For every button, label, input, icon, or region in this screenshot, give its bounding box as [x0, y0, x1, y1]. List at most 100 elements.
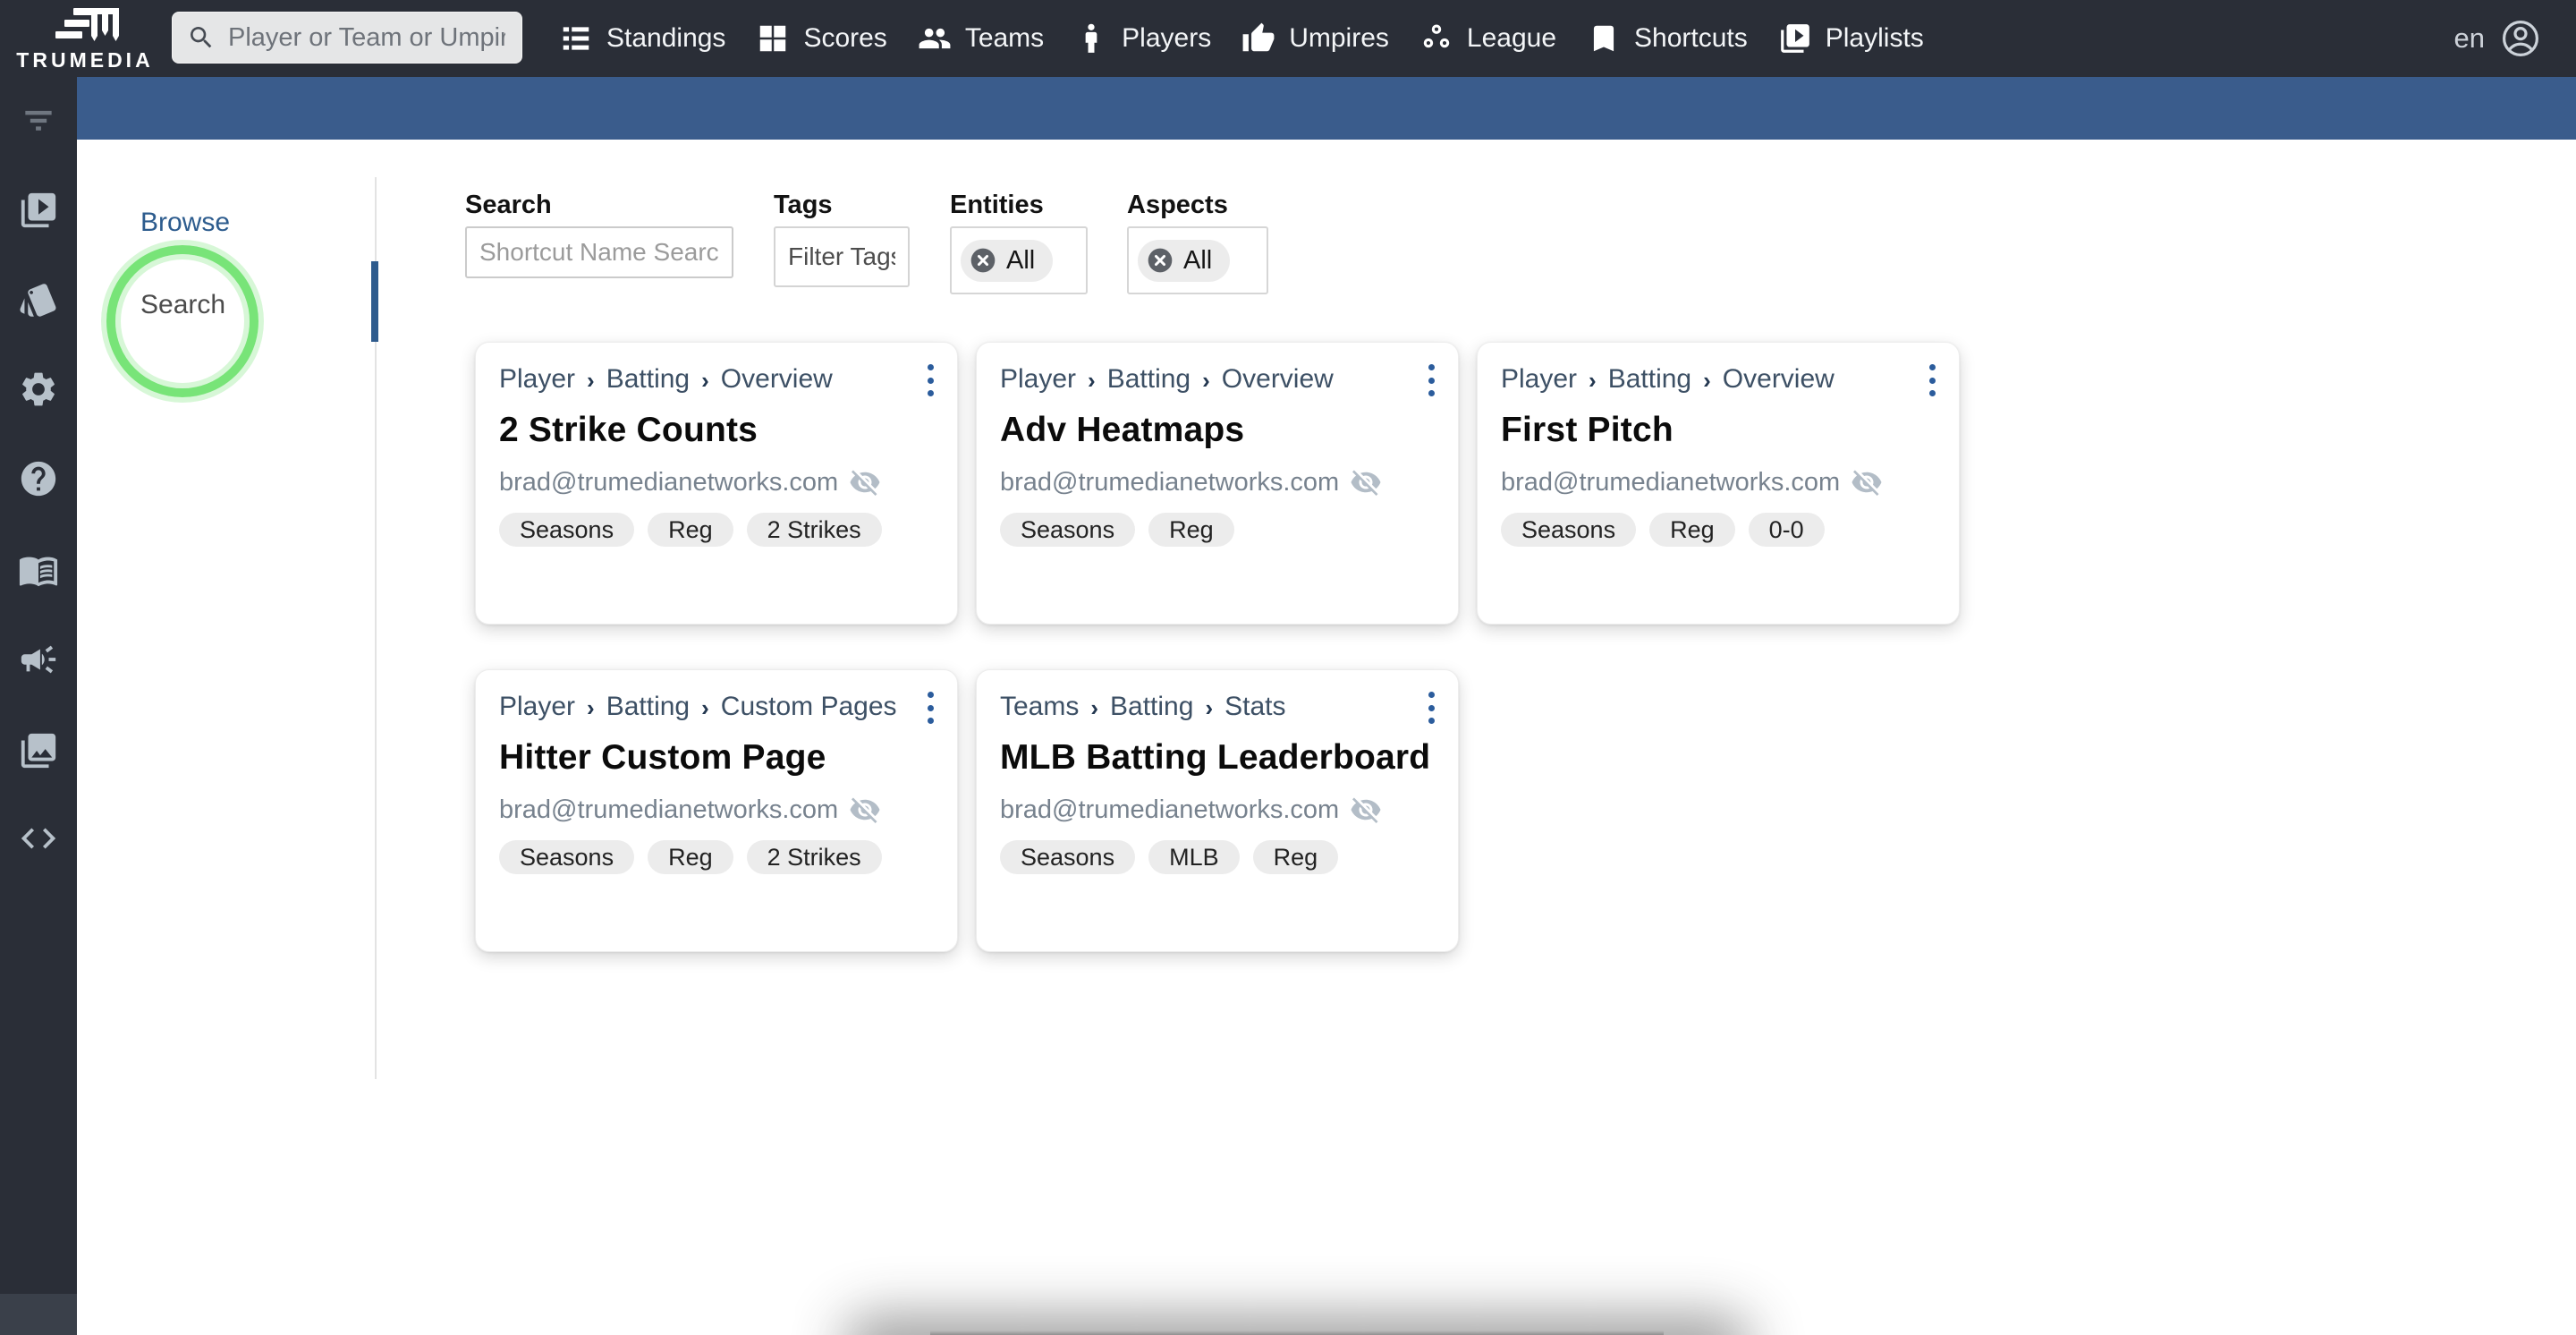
- user-avatar-icon[interactable]: [2499, 17, 2542, 60]
- breadcrumb-segment: Batting: [1607, 364, 1692, 394]
- player-icon: [1074, 21, 1108, 55]
- scores-grid-icon: [756, 21, 790, 55]
- breadcrumb-segment: Player: [1000, 364, 1077, 394]
- card-menu-kebab-icon[interactable]: [925, 692, 936, 724]
- bottom-edge-shade: [930, 1331, 1664, 1335]
- nav-item-players[interactable]: Players: [1059, 0, 1226, 77]
- tag-pill: Seasons: [499, 840, 635, 874]
- global-search-input[interactable]: [226, 21, 507, 54]
- card-menu-kebab-icon[interactable]: [925, 364, 936, 396]
- filter-tags-input[interactable]: [774, 226, 910, 287]
- shortcut-card[interactable]: Teams › Batting › Stats MLB Batting Leaderboa…: [976, 669, 1459, 952]
- card-title: Hitter Custom Page: [499, 738, 826, 777]
- nav-menu: Standings Scores Teams Players Umpires League…: [544, 0, 1939, 77]
- nav-item-playlists[interactable]: Playlists: [1763, 0, 1939, 77]
- breadcrumb-segment: Teams: [1000, 692, 1080, 721]
- standings-list-icon: [559, 21, 593, 55]
- card-title: Adv Heatmaps: [1000, 411, 1245, 449]
- megaphone-icon[interactable]: [0, 639, 77, 680]
- shortcuts-browser: Browse Search Search Tags Entities: [77, 140, 2576, 1335]
- tags-filter: Tags: [774, 191, 910, 287]
- nav-item-label: Players: [1122, 23, 1212, 53]
- breadcrumb-segment: Overview: [1221, 364, 1334, 394]
- tag-pill: Seasons: [499, 513, 635, 547]
- book-icon[interactable]: [0, 549, 77, 591]
- nav-item-label: Standings: [606, 23, 726, 53]
- card-tags-row: Seasons Reg 2 Strikes: [499, 513, 932, 547]
- shortcut-card[interactable]: Player › Batting › Custom Pages Hitter Custom…: [475, 669, 958, 952]
- nav-item-teams[interactable]: Teams: [902, 0, 1059, 77]
- settings-gear-icon[interactable]: [0, 369, 77, 410]
- breadcrumb-segment: Player: [499, 692, 576, 721]
- breadcrumb-segment: Overview: [720, 364, 833, 394]
- left-icon-sidebar: [0, 77, 77, 1335]
- video-library-icon[interactable]: [0, 190, 77, 231]
- chevron-right-icon: ›: [1088, 367, 1096, 394]
- eye-off-icon: [1350, 794, 1382, 826]
- card-owner-email: brad@trumedianetworks.com: [1000, 795, 1340, 824]
- aspects-filter-box[interactable]: All: [1127, 226, 1268, 294]
- tags-icon[interactable]: [0, 279, 77, 320]
- card-tags-row: Seasons Reg 0-0: [1501, 513, 1934, 547]
- card-menu-kebab-icon[interactable]: [1927, 364, 1937, 396]
- breadcrumb-segment: Batting: [1110, 692, 1194, 721]
- shortcut-card[interactable]: Player › Batting › Overview First Pitch brad@t…: [1477, 342, 1960, 625]
- shortcut-card[interactable]: Player › Batting › Overview 2 Strike Counts br…: [475, 342, 958, 625]
- help-icon[interactable]: [0, 458, 77, 499]
- breadcrumb-segment: Batting: [606, 364, 691, 394]
- tab-browse[interactable]: Browse: [140, 208, 230, 238]
- active-tab-indicator: [371, 261, 378, 342]
- card-breadcrumb: Player › Batting › Overview: [1000, 364, 1433, 395]
- brand-logo[interactable]: TRUMEDIA: [0, 0, 170, 77]
- nav-item-label: Scores: [803, 23, 887, 53]
- remove-aspects-filter-button[interactable]: [1146, 246, 1174, 275]
- shortcut-card[interactable]: Player › Batting › Overview Adv Heatmaps brad@…: [976, 342, 1459, 625]
- search-filter-label: Search: [465, 191, 552, 219]
- chevron-right-icon: ›: [1703, 367, 1711, 394]
- card-menu-kebab-icon[interactable]: [1426, 364, 1436, 396]
- nav-item-scores[interactable]: Scores: [741, 0, 902, 77]
- breadcrumb-segment: Stats: [1224, 692, 1286, 721]
- breadcrumb-segment: Custom Pages: [720, 692, 897, 721]
- tags-filter-label: Tags: [774, 191, 833, 219]
- nav-item-standings[interactable]: Standings: [544, 0, 741, 77]
- nav-item-label: League: [1466, 23, 1557, 53]
- chevron-right-icon: ›: [701, 367, 709, 394]
- chevron-right-icon: ›: [1202, 367, 1210, 394]
- language-indicator[interactable]: en: [2454, 0, 2485, 77]
- card-breadcrumb: Player › Batting › Overview: [1501, 364, 1934, 395]
- tab-search[interactable]: Search: [140, 290, 225, 320]
- search-icon: [187, 23, 216, 52]
- code-icon[interactable]: [0, 818, 77, 859]
- search-filter: Search: [465, 191, 733, 278]
- card-title: MLB Batting Leaderboard: [1000, 738, 1431, 777]
- card-tags-row: Seasons MLB Reg: [1000, 840, 1433, 874]
- nav-item-league[interactable]: League: [1404, 0, 1572, 77]
- card-title: 2 Strike Counts: [499, 411, 758, 449]
- card-owner-row: brad@trumedianetworks.com: [1000, 466, 1433, 498]
- nav-item-label: Teams: [964, 23, 1045, 53]
- league-cubes-icon: [1419, 21, 1453, 55]
- sidebar-footer-block: [0, 1294, 77, 1335]
- nav-item-umpires[interactable]: Umpires: [1226, 0, 1404, 77]
- card-owner-row: brad@trumedianetworks.com: [499, 466, 932, 498]
- tag-pill: Reg: [1148, 513, 1234, 547]
- entities-filter-value: All: [1006, 245, 1036, 275]
- trumedia-logo-icon: [55, 7, 119, 41]
- tag-pill: Reg: [1649, 513, 1735, 547]
- tag-pill: Reg: [648, 840, 733, 874]
- card-owner-row: brad@trumedianetworks.com: [1000, 794, 1433, 826]
- remove-entities-filter-button[interactable]: [969, 246, 997, 275]
- shortcut-name-search-input[interactable]: [465, 226, 733, 278]
- card-menu-kebab-icon[interactable]: [1426, 692, 1436, 724]
- breadcrumb-segment: Batting: [606, 692, 691, 721]
- image-gallery-icon[interactable]: [0, 730, 77, 771]
- nav-item-shortcuts[interactable]: Shortcuts: [1572, 0, 1763, 77]
- aspects-filter-value: All: [1183, 245, 1213, 275]
- entities-filter-box[interactable]: All: [950, 226, 1088, 294]
- card-owner-email: brad@trumedianetworks.com: [499, 795, 839, 824]
- filter-icon[interactable]: [0, 100, 77, 140]
- tag-pill: Seasons: [1000, 840, 1136, 874]
- video-library-icon: [1778, 21, 1812, 55]
- aspects-filter: Aspects All: [1127, 191, 1268, 294]
